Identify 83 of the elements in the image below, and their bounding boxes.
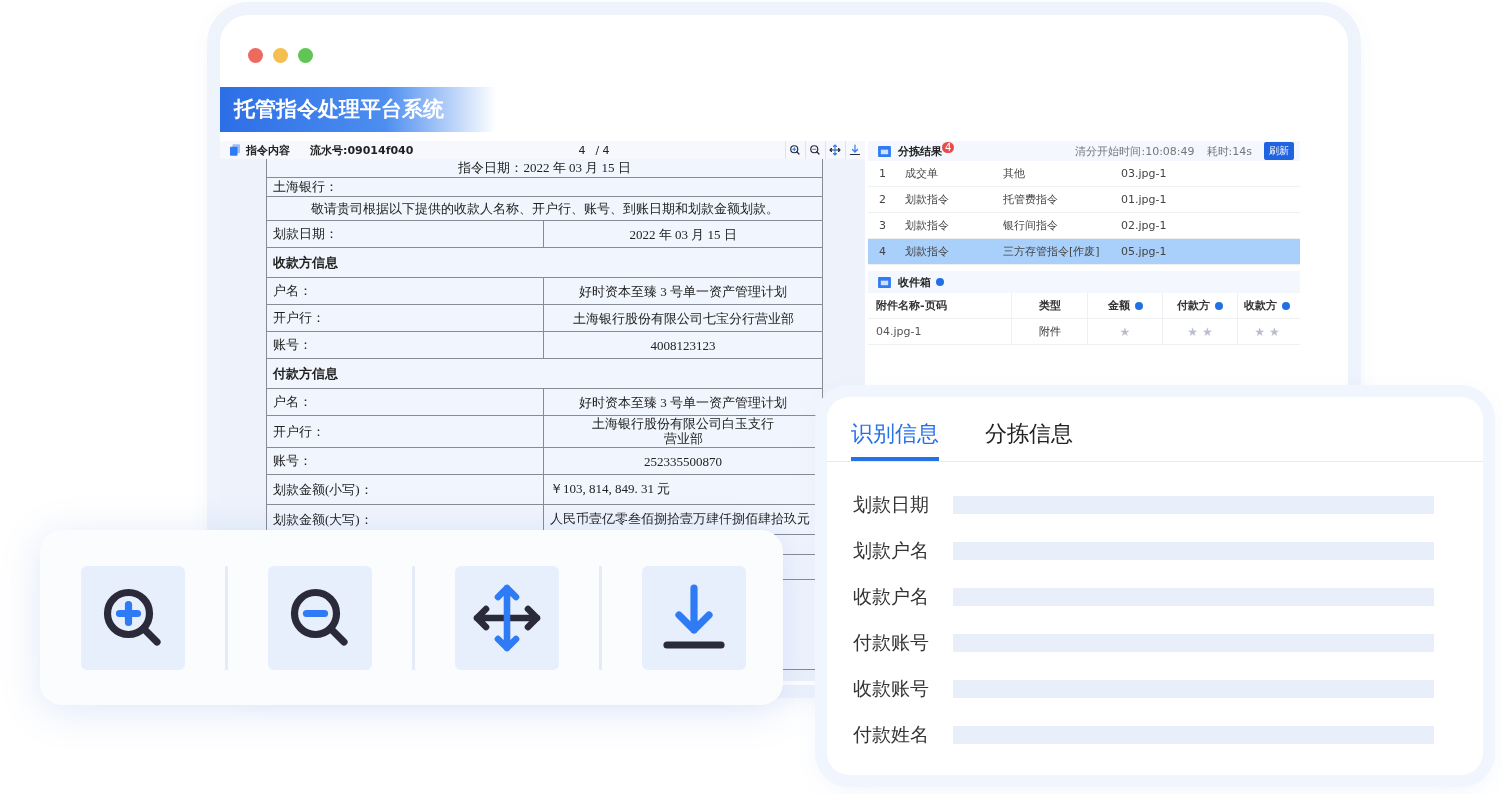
info-icon	[936, 278, 944, 286]
category-cell-text: 成交单	[904, 166, 939, 181]
document-icon	[230, 144, 240, 156]
type-cell-text: 银行间指令	[1002, 218, 1059, 233]
row-index: 1	[878, 167, 887, 180]
column-header: 金额	[1107, 298, 1130, 313]
row-index: 3	[878, 219, 887, 232]
file-cell-text: 05.jpg-1	[1120, 245, 1168, 258]
close-dot-icon[interactable]	[248, 48, 263, 63]
field-label: 付款姓名	[853, 722, 930, 747]
field-label: 付款账号	[853, 630, 930, 655]
field-label: 户名：	[266, 277, 544, 305]
column-header: 附件名称-页码	[876, 298, 947, 313]
download-icon	[849, 144, 861, 156]
star-marks: ★	[1119, 324, 1131, 339]
document-date: 指令日期：2022 年 03 月 15 日	[266, 159, 823, 178]
tool-button[interactable]	[455, 565, 559, 670]
field-value: 好时资本至臻 3 号单一资产管理计划	[543, 388, 823, 416]
type-cell-text: 三方存管指令[作废]	[1002, 244, 1101, 259]
result-row[interactable]: 4 划款指令 三方存管指令[作废] 05.jpg-1	[868, 239, 1300, 265]
row-index: 4	[878, 245, 887, 258]
field-label: 划款金额(小写)：	[273, 482, 373, 497]
field-label: 开户行：	[266, 415, 544, 448]
field-label: 收款账号	[853, 676, 930, 701]
table-icon	[878, 145, 891, 157]
field-label: 户名：	[266, 388, 544, 416]
type-cell-text: 其他	[1002, 166, 1026, 181]
field-label: 划款日期：	[266, 220, 544, 248]
maximize-dot-icon[interactable]	[298, 48, 313, 63]
field-label: 收款户名	[853, 584, 930, 609]
section-title: 收件箱	[898, 274, 931, 290]
field-label: 划款金额(大写)：	[273, 512, 373, 527]
instruction-text: 敬请贵司根据以下提供的收款人名称、开户行、账号、到账日期和划款金额划款。	[266, 196, 823, 221]
window-title: 托管指令处理平台系统	[220, 87, 496, 132]
field-value: 土海银行股份有限公司白玉支行营业部	[591, 416, 775, 446]
tool-button[interactable]	[81, 565, 185, 670]
field-label: 划款日期	[853, 492, 930, 517]
zoom-in-icon	[789, 144, 801, 156]
field-value: 人民币壹亿零叁佰捌拾壹万肆仟捌佰肆拾玖元	[550, 511, 810, 526]
row-index: 2	[878, 193, 887, 206]
field-value: 好时资本至臻 3 号单一资产管理计划	[543, 277, 823, 305]
field-value: ￥103, 814, 849. 31 元	[550, 481, 671, 496]
column-header: 收款方	[1244, 298, 1277, 313]
category-cell-text: 划款指令	[904, 244, 950, 259]
field-value: 2022 年 03 月 15 日	[543, 220, 823, 248]
file-cell-text: 03.jpg-1	[1120, 167, 1168, 180]
field-label: 账号：	[266, 447, 544, 475]
page-number: 4	[578, 143, 586, 157]
section-title: 分拣结果	[898, 143, 942, 159]
table-cell: 附件	[1038, 324, 1061, 339]
file-cell-text: 01.jpg-1	[1120, 193, 1168, 206]
count-badge: 4	[942, 141, 955, 153]
column-header: 类型	[1038, 298, 1061, 313]
zoom-out-icon	[809, 144, 821, 156]
section-heading: 收款方信息	[266, 247, 823, 278]
tab[interactable]: 分拣信息	[985, 419, 1073, 461]
field-value: 土海银行股份有限公司七宝分行营业部	[543, 304, 823, 332]
field-value: 4008123123	[543, 331, 823, 359]
field-label: 开户行：	[266, 304, 544, 332]
panel-title: 指令内容	[246, 142, 290, 158]
start-time: 清分开始时间:10:08:49	[1075, 143, 1195, 159]
table-icon	[878, 276, 891, 288]
star-marks: ★ ★	[1187, 324, 1213, 339]
minimize-dot-icon[interactable]	[273, 48, 288, 63]
column-header: 付款方	[1177, 298, 1210, 313]
tab[interactable]: 识别信息	[851, 419, 939, 461]
tool-button[interactable]	[642, 565, 746, 670]
table-cell: 04.jpg-1	[876, 325, 922, 338]
page-total: / 4	[595, 143, 610, 157]
serial-number: 流水号:09014f040	[310, 142, 414, 158]
elapsed-time: 耗时:14s	[1206, 143, 1252, 159]
tool-button[interactable]	[268, 565, 372, 670]
move-icon	[829, 144, 841, 156]
star-marks: ★ ★	[1254, 324, 1280, 339]
section-heading: 付款方信息	[266, 358, 823, 389]
type-cell-text: 托管费指令	[1002, 192, 1059, 207]
category-cell-text: 划款指令	[904, 218, 950, 233]
refresh-button[interactable]: 刷新	[1264, 142, 1294, 160]
field-label: 划款户名	[853, 538, 930, 563]
category-cell-text: 划款指令	[904, 192, 950, 207]
file-cell-text: 02.jpg-1	[1120, 219, 1168, 232]
field-label: 账号：	[266, 331, 544, 359]
bank-salutation: 土海银行：	[266, 177, 823, 197]
